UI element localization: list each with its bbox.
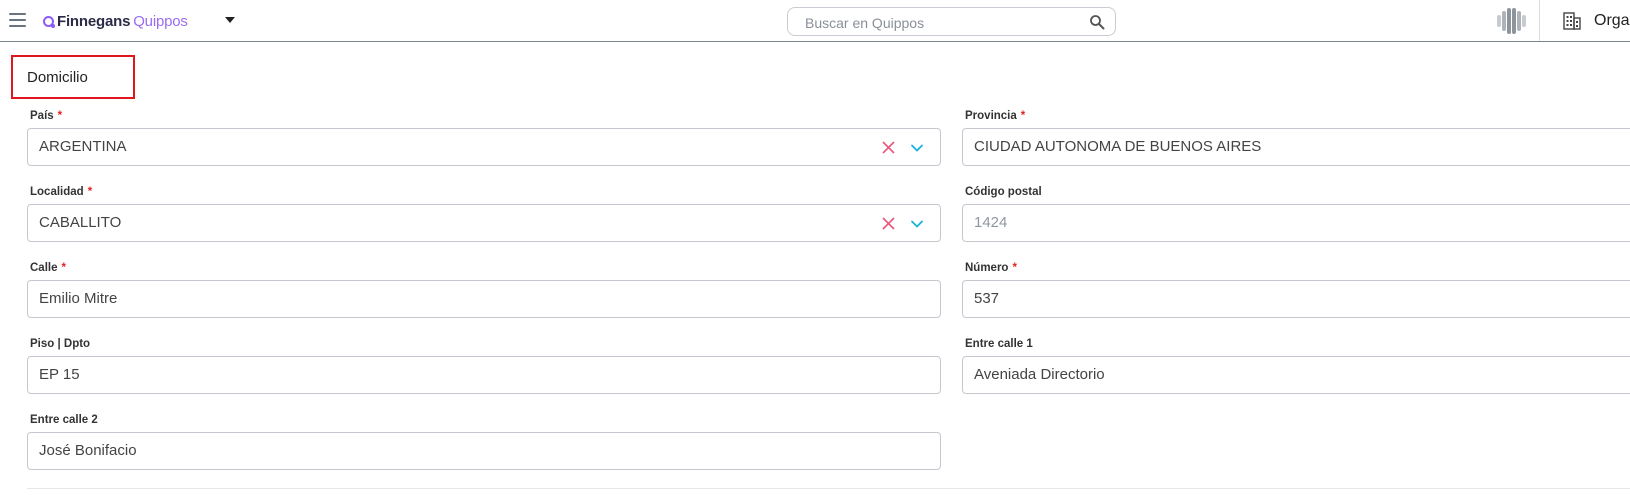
localidad-value: CABALLITO — [39, 214, 122, 231]
entre-calle-2-label: Entre calle 2 — [30, 414, 98, 426]
search-icon[interactable] — [1089, 14, 1105, 30]
quippos-mark-icon — [1497, 8, 1526, 34]
search-box — [787, 7, 1116, 37]
top-bar: Finnegans Quippos Organización — [0, 0, 1630, 42]
required-marker: * — [57, 110, 63, 122]
calle-input[interactable]: Emilio Mitre — [27, 280, 941, 318]
entre-calle-2-input[interactable]: José Bonifacio — [27, 432, 941, 470]
numero-label: Número * — [965, 262, 1017, 274]
caret-down-icon[interactable] — [225, 17, 235, 23]
section-title: Domicilio — [27, 69, 88, 86]
numero-input[interactable]: 537 — [962, 280, 1630, 318]
section-divider — [27, 488, 1630, 489]
codigo-postal-label: Código postal — [965, 186, 1042, 198]
pais-label: País * — [30, 110, 63, 122]
brand-logo[interactable]: Finnegans Quippos — [43, 11, 188, 31]
provincia-value: CIUDAD AUTONOMA DE BUENOS AIRES — [974, 138, 1262, 155]
brand-name-primary: Finnegans — [57, 12, 131, 30]
organization-label[interactable]: Organización — [1594, 12, 1630, 30]
chevron-down-icon[interactable] — [910, 217, 924, 231]
calle-label: Calle * — [30, 262, 66, 274]
clear-icon[interactable] — [881, 216, 896, 231]
piso-dpto-value: EP 15 — [39, 366, 80, 383]
building-icon[interactable] — [1562, 11, 1582, 31]
codigo-postal-value: 1424 — [974, 214, 1008, 231]
required-marker: * — [61, 262, 66, 274]
entre-calle-1-value: Aveniada Directorio — [974, 366, 1105, 383]
required-marker: * — [1012, 262, 1017, 274]
pais-value: ARGENTINA — [39, 138, 127, 155]
piso-dpto-input[interactable]: EP 15 — [27, 356, 941, 394]
entre-calle-1-input[interactable]: Aveniada Directorio — [962, 356, 1630, 394]
entre-calle-2-value: José Bonifacio — [39, 442, 137, 459]
pais-select[interactable]: ARGENTINA — [27, 128, 941, 166]
piso-dpto-label: Piso | Dpto — [30, 338, 91, 350]
calle-value: Emilio Mitre — [39, 290, 118, 307]
entre-calle-1-label: Entre calle 1 — [965, 338, 1033, 350]
provincia-label: Provincia * — [965, 110, 1026, 122]
header-divider — [1539, 0, 1540, 41]
clear-icon[interactable] — [881, 140, 896, 155]
localidad-select[interactable]: CABALLITO — [27, 204, 941, 242]
brand-name-secondary: Quippos — [133, 12, 188, 30]
search-input[interactable] — [803, 8, 1077, 37]
brand-dot-icon — [43, 15, 55, 28]
required-marker: * — [1020, 110, 1026, 122]
menu-icon[interactable] — [9, 13, 26, 27]
numero-value: 537 — [974, 290, 1000, 307]
codigo-postal-input[interactable]: 1424 — [962, 204, 1630, 242]
provincia-select[interactable]: CIUDAD AUTONOMA DE BUENOS AIRES — [962, 128, 1630, 166]
required-marker: * — [87, 186, 93, 198]
localidad-label: Localidad * — [30, 186, 93, 198]
chevron-down-icon[interactable] — [910, 141, 924, 155]
